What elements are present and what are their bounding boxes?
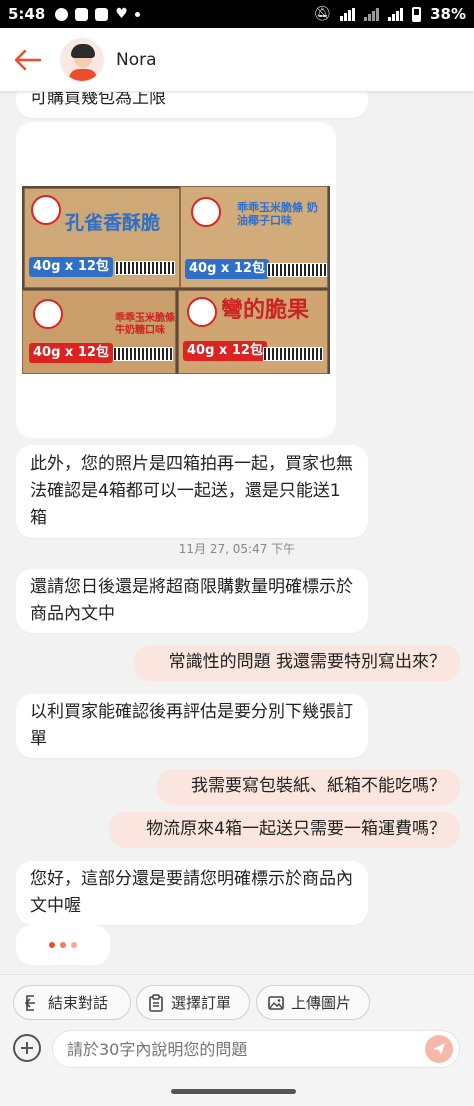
end-chat-label: 結束對話 (48, 994, 109, 1012)
chat-messages[interactable]: 可購買幾包為上限 孔雀香酥脆 40g x 12包 乖乖玉米脆條 奶油椰子口味 4… (0, 92, 474, 974)
battery-icon (412, 6, 422, 22)
image-message[interactable]: 孔雀香酥脆 40g x 12包 乖乖玉米脆條 奶油椰子口味 40g x 12包 … (16, 122, 336, 438)
message-text: 您好，這部分還是要請您明確標示於商品內文中喔 (30, 869, 353, 916)
notification-icons: ♥ (55, 6, 140, 22)
select-order-button[interactable]: 選擇訂單 (136, 985, 250, 1020)
message-outgoing: 常識性的問題 我還需要特別寫出來？ (134, 645, 460, 681)
box-title: 乖乖玉米脆條 牛奶糖口味 (115, 313, 175, 336)
signal-icon-2 (388, 7, 404, 21)
send-button[interactable] (425, 1035, 453, 1063)
message-text: 此外，您的照片是四箱拍再一起，買家也無法確認是4箱都可以一起送，還是只能送1箱 (30, 454, 353, 528)
home-gesture-handle[interactable] (171, 1089, 296, 1094)
box-title: 孔雀香酥脆 (65, 212, 161, 234)
upload-image-label: 上傳圖片 (291, 994, 352, 1012)
send-icon (433, 1043, 445, 1055)
heart-icon: ♥ (115, 6, 128, 22)
add-attachment-icon[interactable] (13, 1034, 41, 1062)
message-incoming: 您好，這部分還是要請您明確標示於商品內文中喔 (16, 861, 368, 925)
message-incoming: 以利買家能確認後再評估是要分別下幾張訂單 (16, 694, 368, 758)
message-text: 可購買幾包為上限 (30, 92, 166, 108)
more-notifications-icon (134, 11, 140, 17)
box-milk: 乖乖玉米脆條 牛奶糖口味 40g x 12包 (22, 290, 176, 374)
exit-icon (24, 994, 35, 1011)
box-coconut: 乖乖玉米脆條 奶油椰子口味 40g x 12包 (180, 186, 328, 288)
product-photo[interactable]: 孔雀香酥脆 40g x 12包 乖乖玉米脆條 奶油椰子口味 40g x 12包 … (22, 186, 330, 374)
status-bar: 5:48 ♥ 🔕︎ 38% (0, 0, 474, 28)
message-text: 以利買家能確認後再評估是要分別下幾張訂單 (30, 702, 353, 749)
box-weight: 40g x 12包 (183, 341, 267, 361)
typing-dot (49, 942, 55, 948)
back-button[interactable] (0, 28, 56, 92)
message-input[interactable] (52, 1030, 460, 1068)
message-text: 還請您日後還是將超商限購數量明確標示於商品內文中 (30, 577, 353, 624)
message-text: 常識性的問題 我還需要特別寫出來？ (168, 652, 446, 672)
message-incoming: 此外，您的照片是四箱拍再一起，買家也無法確認是4箱都可以一起送，還是只能送1箱 (16, 445, 368, 538)
message-timestamp: 11月 27, 05:47 下午 (178, 542, 296, 556)
contact-name: Nora (116, 49, 157, 70)
upload-image-button[interactable]: 上傳圖片 (256, 985, 370, 1020)
typing-indicator (16, 925, 110, 965)
shopee-notification-icon (75, 7, 89, 21)
quick-actions-bar: 結束對話 選擇訂單 上傳圖片 (0, 974, 474, 1030)
box-weight: 40g x 12包 (185, 259, 269, 279)
chat-header: Nora (0, 28, 474, 92)
box-kongque: 孔雀香酥脆 40g x 12包 (24, 188, 180, 288)
avatar[interactable] (60, 37, 104, 82)
message-outgoing: 物流原來4箱一起送只需要一箱運費嗎？ (109, 812, 460, 848)
news-notification-icon (95, 7, 109, 21)
end-chat-button[interactable]: 結束對話 (13, 985, 131, 1020)
box-title: 乖乖玉米脆條 奶油椰子口味 (237, 201, 318, 227)
typing-dot (71, 942, 77, 948)
typing-dot (60, 942, 66, 948)
image-icon (268, 995, 284, 1010)
system-nav-bar (0, 1076, 474, 1106)
box-weight: 40g x 12包 (29, 343, 113, 363)
select-order-label: 選擇訂單 (171, 994, 232, 1012)
message-incoming: 可購買幾包為上限 (16, 92, 368, 118)
wifi-icon (340, 7, 356, 21)
status-time: 5:48 (8, 5, 46, 23)
message-incoming: 還請您日後還是將超商限購數量明確標示於商品內文中 (16, 569, 368, 633)
box-wanguo: 彎的脆果 40g x 12包 (178, 290, 328, 374)
clipboard-icon (149, 993, 163, 1012)
box-weight: 40g x 12包 (29, 257, 113, 277)
chat-notification-icon (55, 7, 69, 21)
message-input-bar (0, 1030, 474, 1076)
message-outgoing: 我需要寫包裝紙、紙箱不能吃嗎？ (157, 769, 460, 805)
battery-level: 38% (430, 5, 466, 23)
message-text: 物流原來4箱一起送只需要一箱運費嗎？ (146, 819, 446, 839)
mute-icon: 🔕︎ (313, 6, 332, 22)
signal-icon (364, 7, 380, 21)
message-text: 我需要寫包裝紙、紙箱不能吃嗎？ (191, 776, 446, 796)
back-arrow-icon (14, 49, 42, 70)
box-title: 彎的脆果 (221, 298, 310, 323)
